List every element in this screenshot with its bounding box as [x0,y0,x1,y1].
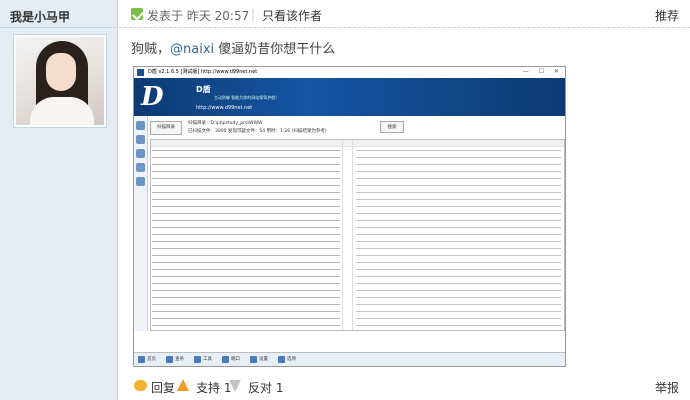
bottom-tab-port: 端口 [231,357,240,362]
message-text-after: 傻逼奶昔你想干什么 [214,42,336,57]
avatar-face [46,53,76,91]
screenshot-window-title: D盾 v2.1.6.5 [测试版] http://www.d99net.net [134,67,565,78]
scan-stats-text: 已扫描文件：3000 发现可疑文件：54 用时：1:26 (扫描结果为参考) [188,129,327,134]
header-separator: | [251,7,256,21]
thumbs-down-icon[interactable] [229,380,241,392]
bottom-tab-options: 选项 [287,357,296,362]
attached-screenshot[interactable]: D盾 v2.1.6.5 [测试版] http://www.d99net.net … [133,66,566,367]
table-column-level [343,140,353,330]
bottom-tab-settings: 设置 [259,357,268,362]
post-footer: 回复 支持 1 反对 1 举报 [119,374,690,400]
mention-link[interactable]: @naixi [170,42,214,57]
scan-tab-icon [166,356,173,363]
support-button[interactable]: 支持 1 [196,379,231,396]
bottom-tab-home: 首页 [147,357,156,362]
d-shield-logo: D [141,82,164,112]
author-name[interactable]: 我是小马甲 [10,8,70,25]
tool-icon [136,163,145,172]
scan-directory-button: 扫描目录 [150,121,182,135]
screenshot-site: http://www.d99net.net [196,105,253,111]
post-time: 发表于 昨天 20:57 [147,9,250,23]
screenshot-search-button: 搜索 [380,121,404,133]
settings-icon [250,356,257,363]
only-author-link[interactable]: 只看该作者 [262,7,322,24]
bottom-tab-scan: 查杀 [175,357,184,362]
screenshot-scan-info: 扫描目录 扫描目录：D:\phpstudy_pro\WWW 已扫描文件：3000… [150,118,560,138]
screenshot-banner: D D盾 主动防御 智能为你的网站保驾护航! http://www.d99net… [134,78,565,116]
message-text-before: 狗贼， [131,42,171,57]
folder-icon [136,149,145,158]
oppose-button[interactable]: 反对 1 [248,379,283,396]
thumbs-up-icon[interactable] [177,379,189,391]
bottom-tab-tools: 工具 [203,357,212,362]
reply-button[interactable]: 回复 [151,379,175,396]
screenshot-results-table [150,139,565,331]
screenshot-window-controls: — ☐ ✕ [522,68,563,75]
post-message: 狗贼，@naixi 傻逼奶昔你想干什么 [131,38,335,57]
search-icon [136,121,145,130]
author-divider [0,27,118,28]
floor-label[interactable]: 推荐 [655,7,679,24]
tools-icon [194,356,201,363]
screenshot-bottom-bar: 首页 查杀 工具 端口 设置 选项 [134,352,565,366]
report-link[interactable]: 举报 [655,379,679,396]
table-detail-rows [356,148,561,330]
online-status-icon [131,8,143,20]
author-sidebar: 我是小马甲 [0,0,118,400]
scan-directory-text: 扫描目录：D:\phpstudy_pro\WWW [188,121,263,126]
options-icon [278,356,285,363]
reply-icon[interactable] [134,380,147,391]
screenshot-side-toolbar [134,116,148,331]
screenshot-tagline: 主动防御 智能为你的网站保驾护航! [214,95,277,100]
list-icon [136,177,145,186]
post-content: 发表于 昨天 20:57 | 只看该作者 推荐 狗贼，@naixi 傻逼奶昔你想… [119,0,690,400]
home-icon [138,356,145,363]
avatar-image [16,37,104,125]
scan-icon [136,135,145,144]
avatar[interactable] [13,34,107,128]
avatar-body [30,97,94,125]
table-file-rows [152,148,340,330]
port-icon [222,356,229,363]
post-header: 发表于 昨天 20:57 | 只看该作者 推荐 [119,0,690,28]
screenshot-brand: D盾 [196,85,211,94]
